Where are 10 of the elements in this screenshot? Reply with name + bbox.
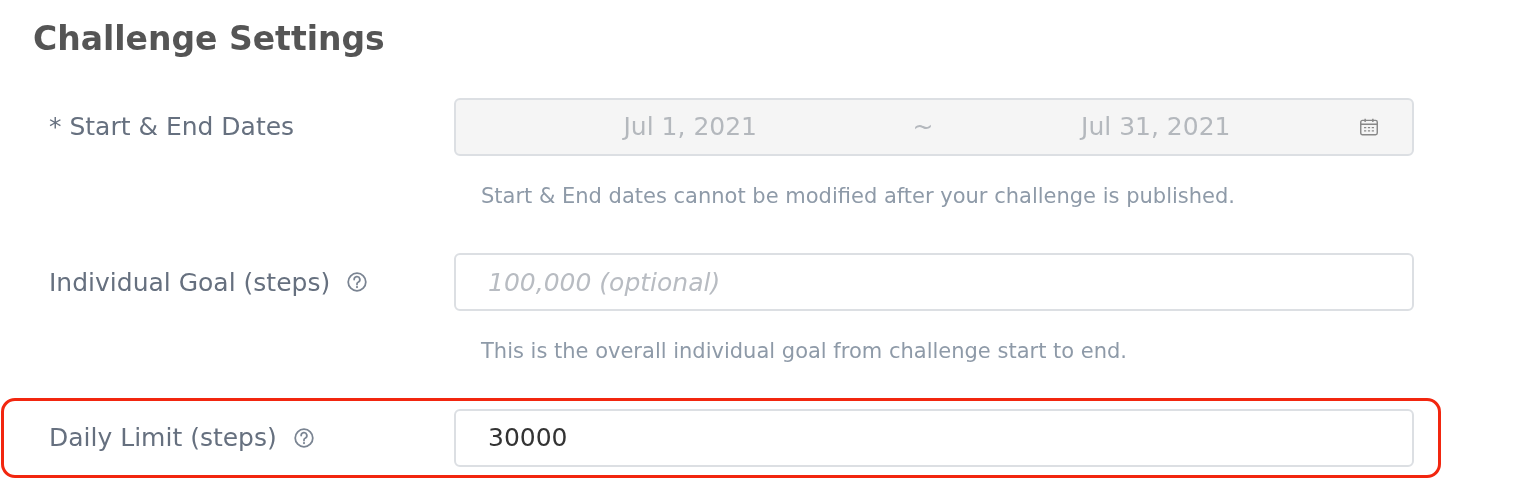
help-icon[interactable]: [346, 271, 369, 294]
input-field[interactable]: 100,000 (optional): [454, 253, 1414, 312]
help-text: Start & End dates cannot be modified after your challenge is published.: [481, 182, 1236, 210]
help-text: This is the overall individual goal from challenge start to end.: [481, 338, 1129, 366]
section-title: Challenge Settings: [33, 18, 386, 60]
field-label: * Start & End Dates: [49, 111, 295, 144]
field-label: Individual Goal (steps): [49, 266, 331, 299]
input-field[interactable]: 30000: [454, 408, 1414, 467]
field-label: Daily Limit (steps): [49, 422, 277, 455]
help-icon[interactable]: [292, 426, 315, 449]
